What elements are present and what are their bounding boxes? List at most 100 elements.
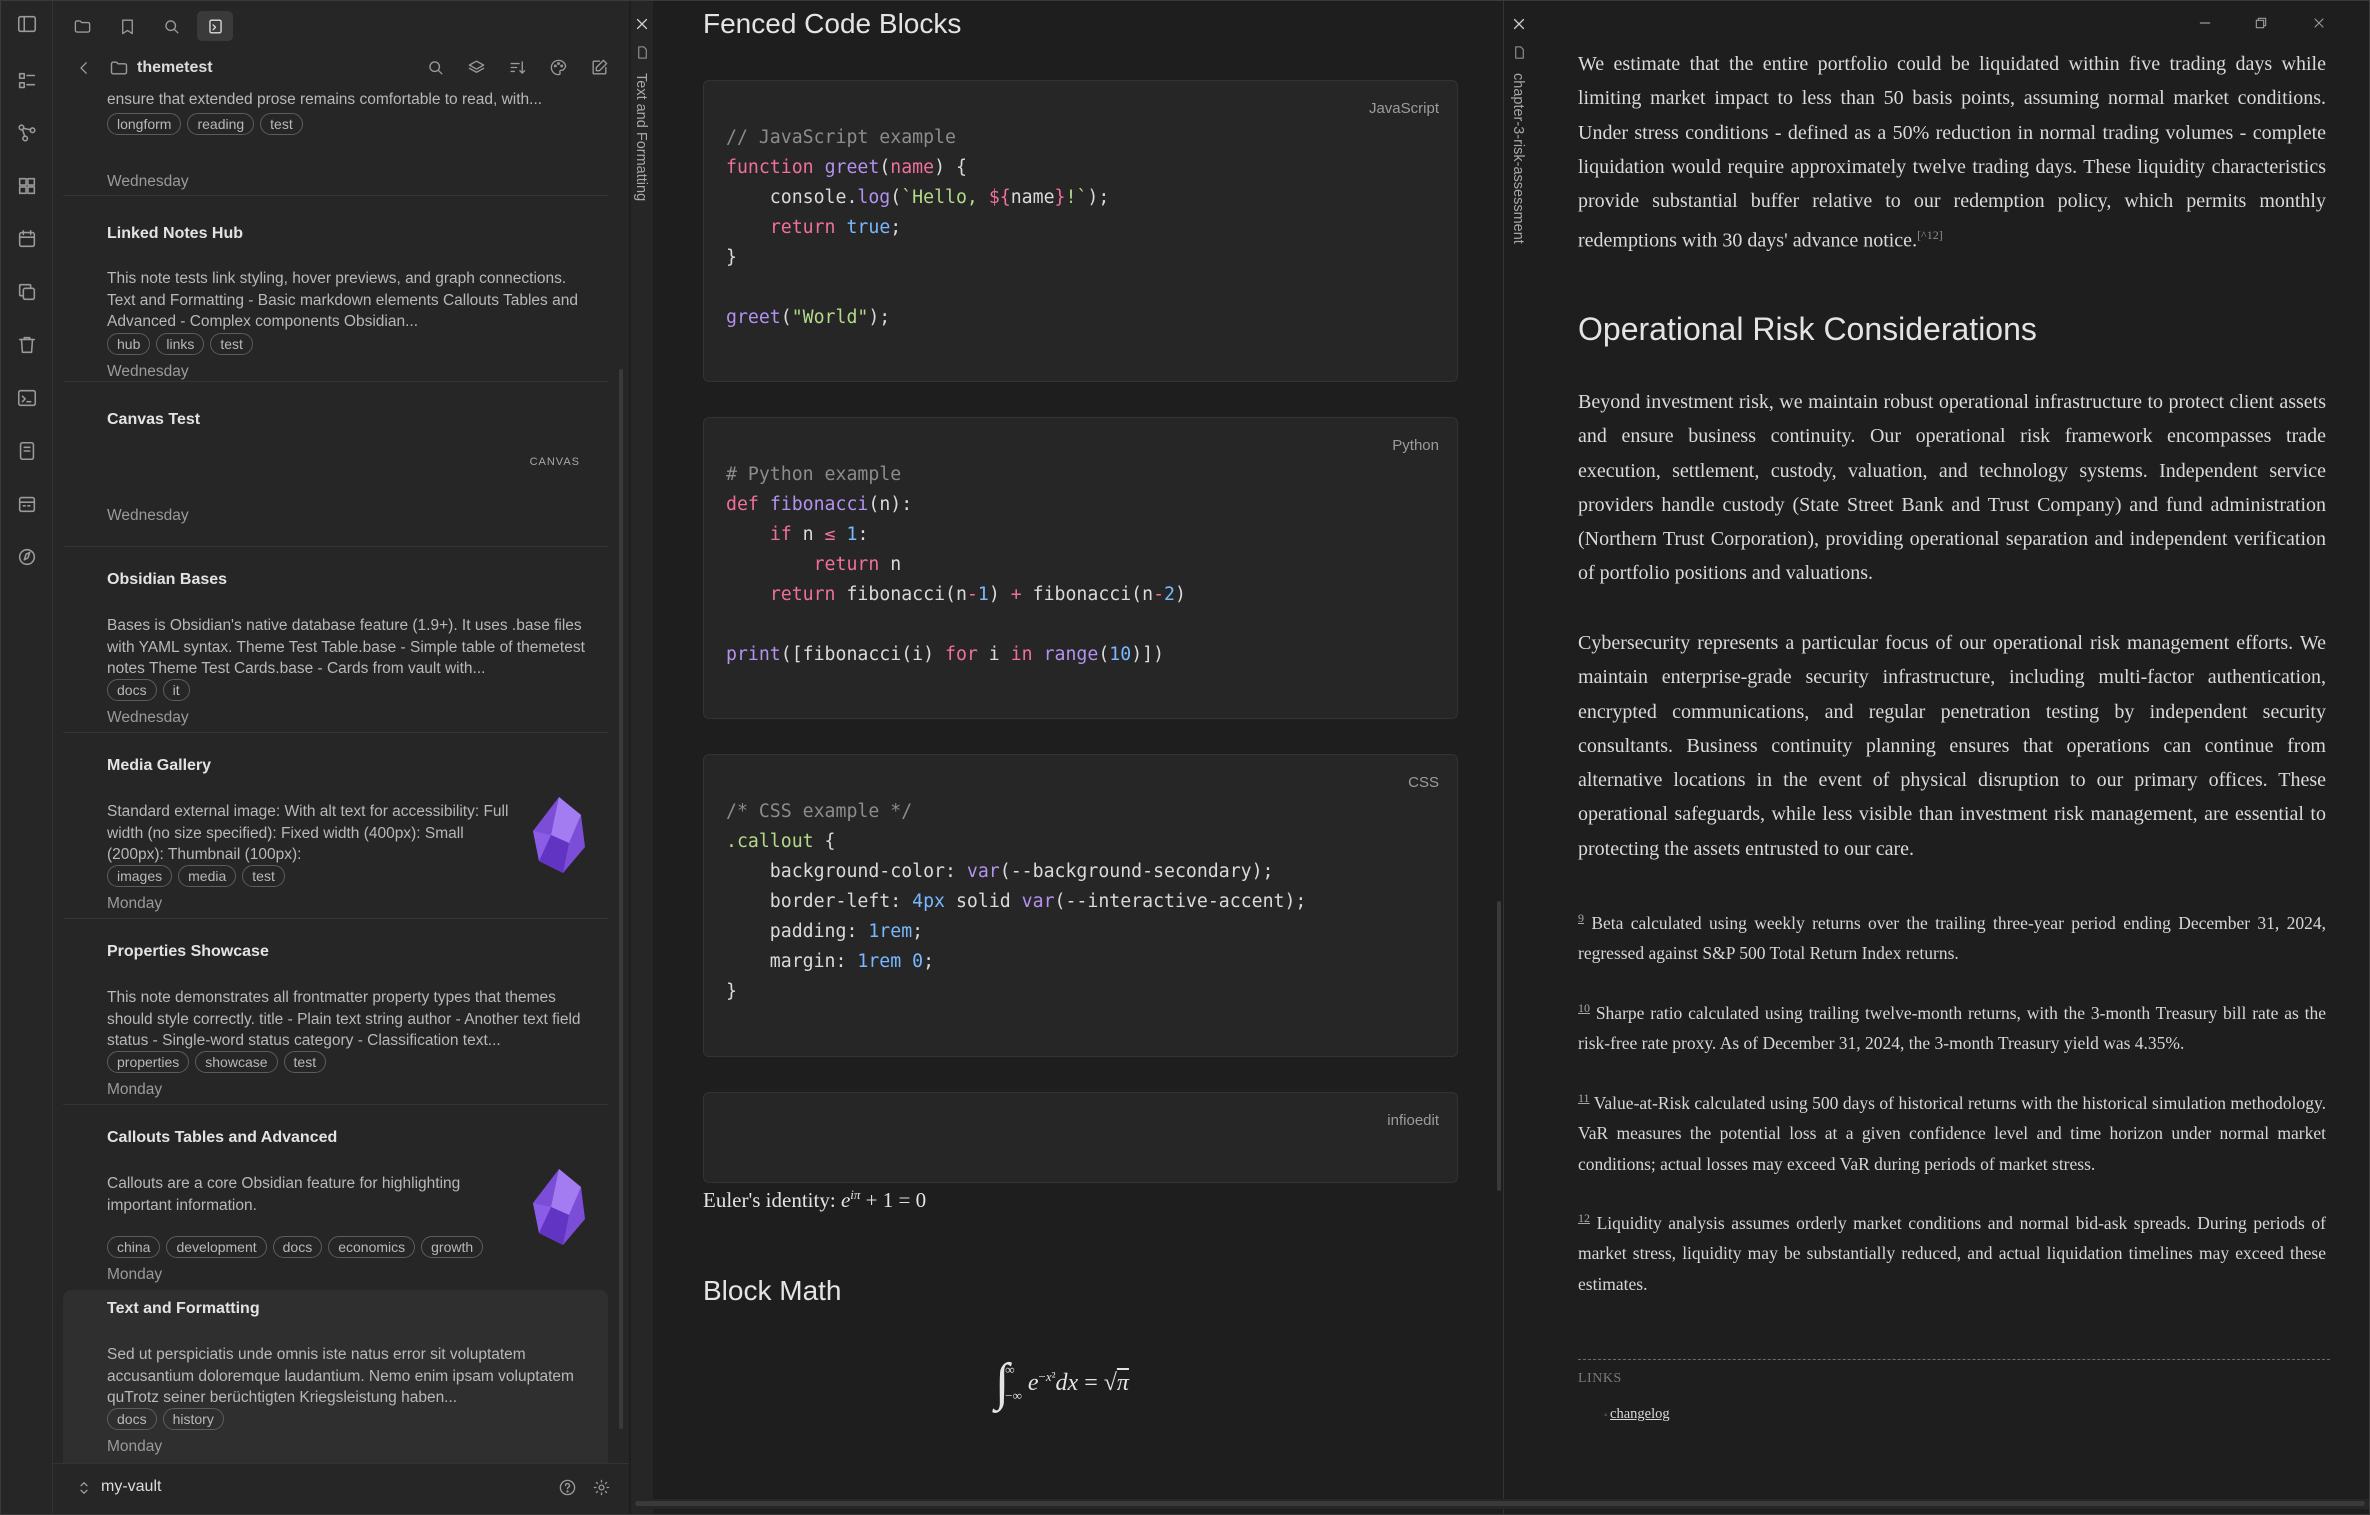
close-window-icon[interactable] [2311,15,2327,31]
close-icon[interactable] [633,15,651,33]
note-preview: Sed ut perspiciatis unde omnis iste natu… [107,1346,574,1406]
note-preview: This note tests link styling, hover prev… [107,270,578,330]
paragraph-liquidity: We estimate that the entire portfolio co… [1578,47,2326,258]
right-tab-strip: chapter-3-risk-assessment [1503,1,1533,1514]
chevron-updown-icon[interactable] [75,1479,93,1497]
footnote-number[interactable]: 9 [1578,911,1584,925]
footnote-number[interactable]: 10 [1578,1001,1590,1015]
note-edit-icon[interactable] [16,440,40,464]
tag[interactable]: it [162,679,190,701]
toggle-sidebar-icon[interactable] [16,13,40,37]
tag[interactable]: history [162,1408,224,1430]
calendar-icon[interactable] [16,228,40,252]
footnote-ref[interactable]: [^12] [1917,228,1943,242]
copy-icon[interactable] [16,281,40,305]
code-block-infioedit[interactable]: infioedit [703,1092,1458,1183]
tag[interactable]: media [178,865,237,887]
code-block-javascript[interactable]: JavaScript// JavaScript example function… [703,80,1458,382]
list-item[interactable]: ensure that extended prose remains comfo… [63,89,608,196]
middle-tab-strip: Text and Formatting [631,1,653,1514]
tab-title[interactable]: Text and Formatting [633,73,649,201]
tag[interactable]: longform [107,113,182,135]
dashboard-icon[interactable] [16,175,40,199]
tag[interactable]: development [166,1236,267,1258]
tag[interactable]: docs [107,679,157,701]
file-sidebar: themetest ensure that extended prose rem… [53,49,629,1469]
footnote-number[interactable]: 11 [1578,1091,1590,1105]
tag[interactable]: china [107,1236,161,1258]
restore-icon[interactable] [2253,15,2269,31]
tag[interactable]: growth [421,1236,484,1258]
list-item[interactable]: Callouts Tables and Advanced Callouts ar… [63,1105,608,1290]
search-tab[interactable] [153,11,189,41]
settings-gear-icon[interactable] [592,1478,611,1497]
tag[interactable]: economics [328,1236,416,1258]
note-date: Wednesday [107,363,189,380]
tab-title[interactable]: chapter-3-risk-assessment [1510,73,1526,244]
sidebar-header: themetest [53,49,629,89]
search-icon[interactable] [426,58,445,77]
code-block-python[interactable]: Python # Python example def fibonacci(n):… [703,417,1458,719]
code-lang-label: JavaScript [1368,100,1439,117]
tag[interactable]: images [107,865,173,887]
tag[interactable]: test [283,1051,327,1073]
minimize-icon[interactable] [2197,15,2213,31]
close-icon[interactable] [1510,15,1528,33]
note-title: Linked Notes Hub [107,225,244,242]
tag[interactable]: test [210,333,253,355]
notebook-navigator-tab[interactable] [197,11,233,41]
list-item[interactable]: Media Gallery Standard external image: W… [63,733,608,919]
footnote-12: 12 Liquidity analysis assumes orderly ma… [1578,1203,2326,1299]
list-item[interactable]: Properties Showcase This note demonstrat… [63,919,608,1105]
note-title: Canvas Test [107,411,201,428]
help-icon[interactable] [558,1478,577,1497]
paragraph-operational: Beyond investment risk, we maintain robu… [1578,391,2326,585]
chevron-left-icon[interactable] [75,59,93,77]
tag[interactable]: docs [272,1236,323,1258]
tag[interactable]: test [242,865,285,887]
tag[interactable]: links [156,333,205,355]
link-changelog[interactable]: ◦ changelog [1604,1406,1670,1423]
list-item-selected[interactable]: Text and Formatting Sed ut perspiciatis … [63,1290,608,1469]
trash-icon[interactable] [16,334,40,358]
terminal-icon[interactable] [16,387,40,411]
bookmarks-tab[interactable] [109,11,145,41]
list-item[interactable]: Linked Notes Hub This note tests link st… [63,196,608,382]
palette-icon[interactable] [549,58,568,77]
scrollbar[interactable] [1497,901,1501,1191]
list-icon[interactable] [16,70,40,94]
new-note-icon[interactable] [590,58,609,77]
code-block-css[interactable]: CSS/* CSS example */ .callout { backgrou… [703,754,1458,1057]
link-text[interactable]: changelog [1610,1406,1670,1422]
note-title: Callouts Tables and Advanced [107,1129,338,1146]
tag[interactable]: showcase [195,1051,278,1073]
tag[interactable]: test [260,113,303,135]
footnote-number[interactable]: 12 [1578,1211,1590,1225]
euler-label: Euler's identity: [703,1188,836,1212]
list-item[interactable]: Obsidian Bases Bases is Obsidian's nativ… [63,547,608,733]
graph-icon[interactable] [16,122,40,146]
footnote-10: 10 Sharpe ratio calculated using trailin… [1578,993,2326,1059]
ribbon [1,1,53,1514]
list-item[interactable]: Canvas Test CANVAS Wednesday [63,382,608,547]
tag[interactable]: docs [107,1408,157,1430]
note-date: Monday [107,1438,163,1455]
tag[interactable]: reading [187,113,255,135]
note-tags: docs it [107,679,190,701]
note-preview: ensure that extended prose remains comfo… [107,91,543,108]
sort-icon[interactable] [508,58,527,77]
compass-icon[interactable] [16,546,40,570]
code-lang-label: CSS [1408,774,1439,791]
obsidian-logo-thumbnail [528,1167,590,1247]
vault-name[interactable]: my-vault [101,1478,161,1496]
tag[interactable]: properties [107,1051,190,1073]
calendar-days-icon[interactable] [16,493,40,517]
horizontal-scrollbar[interactable] [631,1499,2369,1509]
file-explorer-tab[interactable] [64,11,100,41]
layers-icon[interactable] [467,58,486,77]
scrollbar-thumb[interactable] [635,1501,2365,1506]
vault-switcher[interactable]: my-vault [53,1463,629,1514]
tag[interactable]: hub [107,333,151,355]
scrollbar[interactable] [619,369,623,1429]
note-title: Obsidian Bases [107,571,228,588]
